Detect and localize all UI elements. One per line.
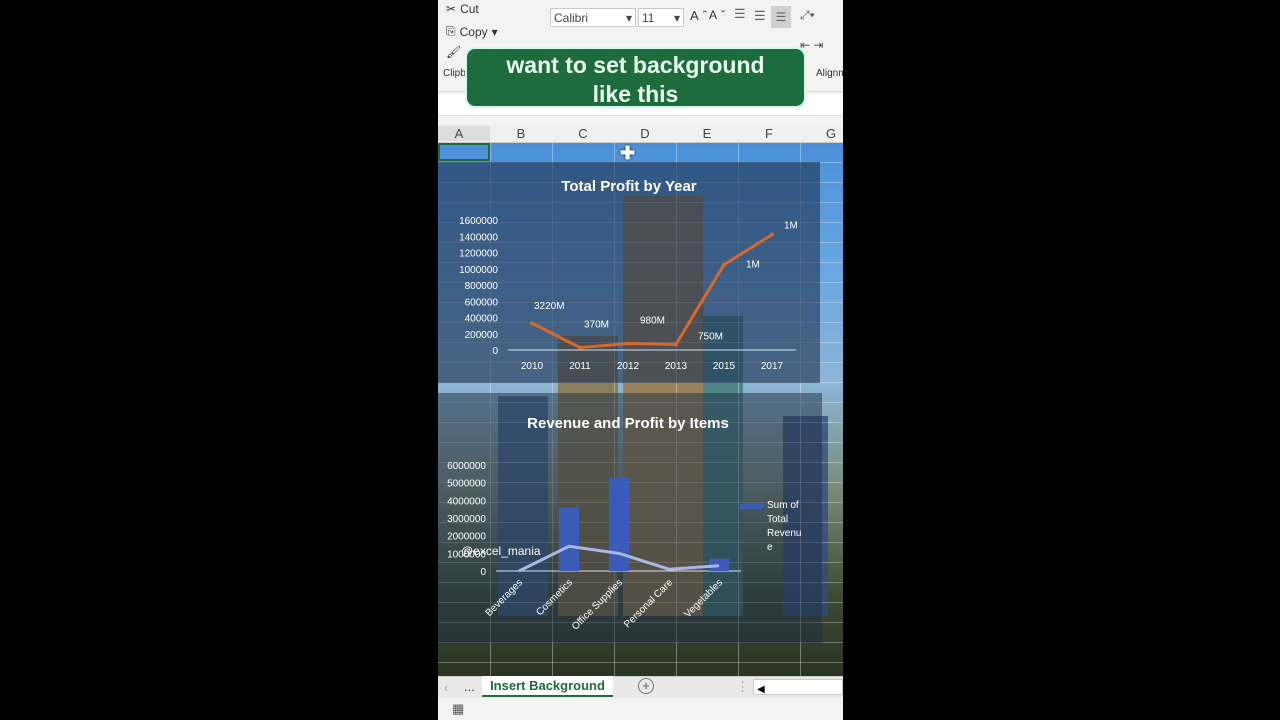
font-size-select[interactable]: 11 ▾ [638, 8, 684, 27]
y-tick-label: 400000 [465, 314, 499, 325]
data-point [626, 341, 630, 346]
data-point [770, 232, 774, 237]
legend-swatch [740, 504, 764, 509]
column-header-C[interactable]: C [552, 126, 614, 141]
video-caption: want to set background like this [465, 47, 806, 108]
chevron-down-icon: ▾ [491, 24, 498, 39]
shrink-font-button[interactable]: Aˇ [709, 8, 725, 22]
y-tick-label: 600000 [465, 297, 499, 308]
data-point [674, 342, 678, 347]
y-tick-label: 1600000 [459, 216, 498, 227]
y-tick-label: 1200000 [459, 249, 498, 260]
data-point [722, 262, 726, 267]
column-header-B[interactable]: B [490, 126, 552, 141]
y-tick-label: 800000 [465, 281, 499, 292]
x-tick-label: 2015 [713, 361, 736, 372]
orientation-button[interactable]: ⤢▾ [800, 8, 815, 23]
align-top-button[interactable]: ☰ [734, 6, 746, 22]
legend-label: Sum of [767, 500, 799, 511]
scissors-icon: ✂ [446, 2, 457, 16]
column-header-D[interactable]: D [614, 126, 676, 141]
data-label: 750M [698, 331, 723, 342]
column-header-F[interactable]: F [738, 126, 800, 141]
x-tick-label: Vegetables [682, 577, 725, 620]
horizontal-scrollbar[interactable]: ◀ [753, 679, 843, 695]
legend-label: e [767, 542, 773, 553]
legend-label: Revenu [767, 528, 801, 539]
y-tick-label: 1400000 [459, 232, 498, 243]
align-bottom-button[interactable]: ☰ [771, 6, 791, 28]
watermark: @excel_mania [461, 544, 541, 558]
selected-cell-A1[interactable] [438, 143, 490, 161]
chart-total-profit-by-year[interactable]: Total Profit by Year 0 200000 400000 600000… [438, 162, 820, 383]
chevron-down-icon: ▾ [673, 11, 680, 25]
revenue-bar [559, 507, 579, 571]
add-sheet-icon[interactable]: + [638, 678, 654, 694]
data-label: 370M [584, 320, 609, 331]
alignment-group-label: Alignm [816, 68, 843, 79]
more-tabs-button[interactable]: ... [464, 679, 475, 694]
copy-button[interactable]: ⎘ Copy ▾ [446, 24, 498, 39]
data-point [578, 345, 582, 350]
x-tick-label: 2010 [521, 361, 544, 372]
y-tick-label: 3000000 [447, 514, 486, 525]
clipboard-group-label: Clipb [443, 68, 466, 79]
tab-scroll-left-icon[interactable]: ‹ [444, 680, 448, 695]
grow-font-button[interactable]: Aˆ [690, 8, 707, 23]
column-header-A[interactable]: A [438, 126, 490, 141]
data-label: 1M [784, 221, 798, 232]
column-header-G[interactable]: G [800, 126, 843, 141]
profit-line [531, 233, 773, 350]
y-tick-label: 5000000 [447, 479, 486, 490]
data-label: 3220M [534, 301, 565, 312]
format-painter-icon[interactable]: 🖌 [446, 45, 461, 59]
sheet-tab-bar: ‹ ... Insert Background + ⋮ ◀ [438, 676, 843, 698]
splitter-handle[interactable]: ⋮ [736, 679, 749, 695]
line-chart-svg: 0 200000 400000 600000 800000 1000000 1200000 1… [459, 216, 798, 372]
chart-revenue-and-profit-by-items[interactable]: Revenue and Profit by Items 0 1000000 2000… [438, 393, 822, 643]
chevron-down-icon: ▾ [625, 11, 632, 25]
page-layout-icon[interactable]: ▦ [452, 701, 464, 717]
scroll-left-icon[interactable]: ◀ [754, 684, 765, 695]
column-header-E[interactable]: E [676, 126, 738, 141]
status-bar: ▦ [438, 698, 843, 720]
cursor-plus-icon: ✚ [620, 143, 636, 163]
column-headers: ABCDEFG [438, 124, 843, 143]
x-tick-label: 2011 [569, 361, 591, 372]
copy-icon: ⎘ [446, 24, 456, 38]
x-tick-label: 2017 [761, 361, 784, 372]
legend-label: Total [767, 514, 788, 525]
x-tick-label: Office Supplies [570, 577, 625, 632]
cut-button[interactable]: ✂ Cut [446, 2, 479, 16]
y-tick-label: 0 [480, 567, 486, 578]
combo-chart-svg: 0100000020000003000000400000050000006000… [447, 461, 801, 633]
y-tick-label: 1000000 [459, 265, 498, 276]
y-tick-label: 4000000 [447, 496, 486, 507]
y-tick-label: 6000000 [447, 461, 486, 472]
y-tick-label: 200000 [465, 330, 499, 341]
y-tick-label: 2000000 [447, 532, 486, 543]
tab-insert-background[interactable]: Insert Background [482, 676, 613, 697]
align-middle-button[interactable]: ☰ [754, 8, 766, 24]
x-tick-label: Cosmetics [534, 577, 575, 618]
data-point [530, 321, 534, 326]
x-tick-label: 2013 [665, 361, 688, 372]
y-tick-label: 0 [492, 346, 498, 357]
data-label: 980M [640, 316, 665, 327]
x-tick-label: 2012 [617, 361, 640, 372]
excel-window: ✂ Cut ⎘ Copy ▾ 🖌 Clipb Calibri ▾ 11 ▾ Aˆ Aˇ ☰… [438, 0, 843, 720]
x-tick-label: Personal Care [622, 577, 675, 630]
font-name-select[interactable]: Calibri ▾ [550, 8, 636, 27]
data-label: 1M [746, 260, 760, 271]
x-tick-label: Beverages [484, 577, 526, 619]
